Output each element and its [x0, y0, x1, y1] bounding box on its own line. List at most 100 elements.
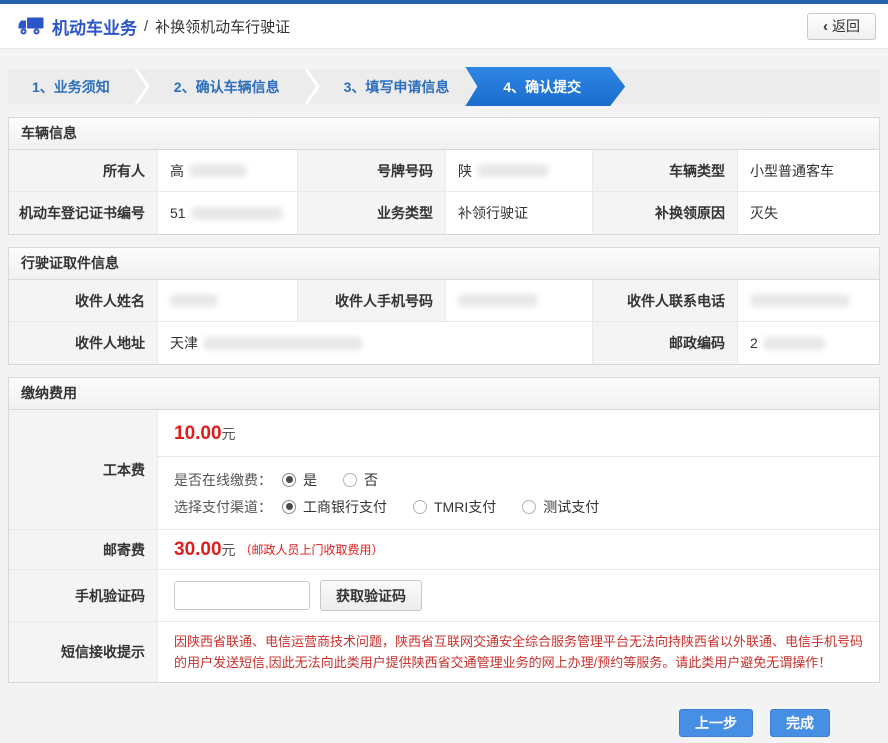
recipient-name-value	[158, 280, 298, 322]
footer-actions: 上一步 完成	[0, 695, 888, 737]
radio-option-yes[interactable]: 是	[282, 470, 317, 490]
plate-value-text: 陕	[458, 162, 472, 179]
radio-icon[interactable]	[413, 499, 427, 514]
back-button-label: 返回	[832, 18, 860, 34]
mail-fee-label: 邮寄费	[9, 530, 158, 570]
step-1-notice[interactable]: 1、业务须知	[8, 69, 134, 104]
app-title: 机动车业务	[52, 18, 137, 38]
mail-fee-currency: 元	[221, 541, 236, 558]
payment-section-title: 缴纳费用	[9, 378, 879, 410]
production-fee-amount-row: 10.00元	[158, 410, 879, 456]
step-3-fill-application[interactable]: 3、填写申请信息	[320, 69, 474, 104]
redacted-value	[458, 294, 538, 307]
back-button[interactable]: ‹ 返回	[807, 12, 876, 40]
sms-code-input[interactable]	[174, 581, 310, 610]
radio-label-icbc: 工商银行支付	[303, 498, 387, 515]
production-fee-currency: 元	[221, 426, 236, 442]
recipient-phone-label: 收件人联系电话	[593, 280, 738, 322]
radio-option-no[interactable]: 否	[343, 470, 378, 490]
sms-notice-text: 因陕西省联通、电信运营商技术问题，陕西省互联网交通安全综合服务管理平台无法向持陕…	[174, 634, 864, 670]
plate-value: 陕	[446, 150, 593, 192]
radio-option-tmri[interactable]: TMRI支付	[413, 497, 496, 517]
postal-code-text: 2	[750, 335, 758, 351]
recipient-phone-value	[738, 280, 879, 322]
back-chevron-icon: ‹	[823, 17, 828, 35]
redacted-value	[203, 336, 363, 350]
postal-code-label: 邮政编码	[593, 322, 738, 364]
business-type-value: 补领行驶证	[446, 192, 593, 234]
radio-label-yes: 是	[303, 471, 317, 488]
pickup-info-table: 收件人姓名 收件人手机号码 收件人联系电话 收件人地址 天津 邮政编码 2	[9, 280, 879, 364]
payment-channel-question: 选择支付渠道：	[174, 498, 272, 515]
radio-icon[interactable]	[282, 499, 296, 514]
step-3-label: 3、填写申请信息	[343, 78, 450, 95]
radio-label-no: 否	[364, 471, 378, 488]
header: 机动车业务 / 补换领机动车行驶证 ‹ 返回	[0, 4, 888, 49]
recipient-mobile-label: 收件人手机号码	[298, 280, 446, 322]
recipient-name-label: 收件人姓名	[9, 280, 158, 322]
recipient-address-text: 天津	[170, 335, 198, 351]
vehicle-info-table: 所有人 高 号牌号码 陕 车辆类型 小型普通客车 机动车登记证书编号 51 业务…	[9, 150, 879, 234]
radio-option-icbc[interactable]: 工商银行支付	[282, 497, 387, 517]
previous-step-button[interactable]: 上一步	[679, 709, 753, 737]
radio-icon[interactable]	[522, 499, 537, 514]
step-4-confirm-submit[interactable]: 4、确认提交	[465, 67, 625, 106]
redacted-value	[762, 336, 825, 350]
mail-fee-amount: 30.00	[174, 538, 222, 560]
vehicle-info-section: 车辆信息 所有人 高 号牌号码 陕 车辆类型 小型普通客车 机动车登记证书编号 …	[8, 117, 880, 235]
step-2-label: 2、确认车辆信息	[173, 78, 280, 95]
get-sms-code-button[interactable]: 获取验证码	[320, 580, 422, 611]
recipient-mobile-value	[446, 280, 593, 322]
redacted-value	[189, 164, 247, 177]
page-title: 补换领机动车行驶证	[155, 18, 291, 36]
sms-code-content: 获取验证码	[158, 570, 879, 622]
sms-code-label: 手机验证码	[9, 570, 158, 622]
breadcrumb-separator: /	[144, 17, 149, 35]
redacted-value	[190, 206, 283, 220]
recipient-address-value: 天津	[158, 322, 593, 364]
sms-notice-label: 短信接收提示	[9, 622, 158, 682]
production-fee-amount: 10.00	[174, 423, 222, 444]
payment-section: 缴纳费用 工本费 10.00元 是否在线缴费： 是 否 选择支付渠道： 工商银行…	[8, 377, 880, 683]
reg-cert-label: 机动车登记证书编号	[9, 192, 158, 234]
redacted-value	[750, 294, 850, 307]
recipient-address-label: 收件人地址	[9, 322, 158, 364]
owner-value-text: 高	[170, 162, 184, 179]
step-wizard: 1、业务须知 2、确认车辆信息 3、填写申请信息 4、确认提交	[8, 69, 880, 104]
step-separator-icon	[304, 69, 320, 104]
vehicle-type-value: 小型普通客车	[738, 150, 879, 192]
radio-icon[interactable]	[282, 472, 296, 487]
online-payment-question-row: 是否在线缴费： 是 否	[174, 466, 863, 493]
owner-value: 高	[158, 150, 298, 192]
vehicle-section-title: 车辆信息	[9, 118, 879, 150]
owner-label: 所有人	[9, 150, 158, 192]
redacted-value	[477, 164, 549, 177]
pickup-section-title: 行驶证取件信息	[9, 248, 879, 280]
radio-icon[interactable]	[343, 472, 357, 487]
redacted-value	[170, 294, 218, 307]
plate-label: 号牌号码	[298, 150, 446, 192]
finish-button[interactable]: 完成	[770, 709, 830, 737]
vehicle-type-label: 车辆类型	[593, 150, 738, 192]
reg-cert-value: 51	[158, 192, 298, 234]
step-1-label: 1、业务须知	[32, 78, 110, 95]
radio-option-test[interactable]: 测试支付	[522, 497, 599, 517]
payment-options: 是否在线缴费： 是 否 选择支付渠道： 工商银行支付 TMRI支付 测试支付	[158, 456, 879, 529]
mail-fee-content: 30.00 元 （邮政人员上门收取费用）	[158, 530, 879, 570]
truck-icon	[18, 17, 44, 35]
reason-value: 灭失	[738, 192, 879, 234]
step-separator-icon	[134, 69, 150, 104]
radio-label-tmri: TMRI支付	[434, 498, 497, 515]
pickup-info-section: 行驶证取件信息 收件人姓名 收件人手机号码 收件人联系电话 收件人地址 天津 邮…	[8, 247, 880, 365]
postal-code-value: 2	[738, 322, 879, 364]
reason-label: 补换领原因	[593, 192, 738, 234]
production-fee-label: 工本费	[9, 410, 158, 530]
payment-table: 工本费 10.00元 是否在线缴费： 是 否 选择支付渠道： 工商银行支付 TM…	[9, 410, 879, 682]
payment-channel-question-row: 选择支付渠道： 工商银行支付 TMRI支付 测试支付	[174, 493, 863, 520]
step-2-confirm-vehicle[interactable]: 2、确认车辆信息	[150, 69, 304, 104]
step-4-label: 4、确认提交	[503, 78, 582, 95]
business-type-label: 业务类型	[298, 192, 446, 234]
online-payment-question: 是否在线缴费：	[174, 471, 272, 488]
radio-label-test: 测试支付	[543, 498, 600, 515]
mail-fee-note: （邮政人员上门收取费用）	[239, 543, 384, 557]
